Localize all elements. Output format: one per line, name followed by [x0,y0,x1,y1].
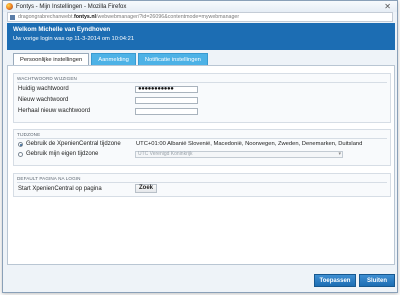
search-page-button[interactable]: Zoek [135,184,157,193]
divider [17,138,387,139]
apply-button[interactable]: Toepassen [314,274,356,287]
new-password-label: Nieuw wachtwoord [18,97,69,103]
divider [17,182,387,183]
welcome-text: Welkom Michelle van Eyndhoven [13,26,111,33]
current-password-field[interactable]: ●●●●●●●●●●● [135,86,198,93]
url-host: fontys.nl [73,14,97,20]
password-section-title: WACHTWOORD WIJZIGEN [17,76,77,81]
settings-tabs: Persoonlijke instellingen Aanmelding Not… [13,53,208,65]
site-favicon-icon [10,14,15,20]
timezone-section: TIJDZONE Gebruik de XpenienCentral tijdz… [13,129,391,166]
startpage-label: Start XpenienCentral op pagina [18,186,102,192]
url-prefix: dragongrabrechanwebt. [18,14,74,20]
close-icon[interactable]: ✕ [384,1,391,12]
repeat-password-label: Herhaal nieuw wachtwoord [18,108,91,114]
timezone-section-title: TIJDZONE [17,132,41,137]
tab-registration[interactable]: Aanmelding [91,53,136,65]
xpc-timezone-value: UTC+01:00 Albanië Slovenië, Macedonië, N… [136,141,363,147]
chevron-down-icon: ▾ [338,151,341,157]
own-timezone-select-value: UTC Verenigd Koninkrijk [138,151,193,157]
welcome-header: Welkom Michelle van Eyndhoven Uw vorige … [7,23,395,50]
url-path: /webwebmanager/?id=26096&contentmode=myw… [96,14,240,20]
radio-own-timezone[interactable] [18,152,23,157]
close-button[interactable]: Sluiten [359,274,395,287]
radio-xpc-timezone[interactable] [18,142,23,147]
title-bar: Fontys - Mijn Instellingen - Mozilla Fir… [3,1,397,12]
window-title: Fontys - Mijn Instellingen - Mozilla Fir… [16,3,127,10]
last-login-text: Uw vorige login was op 11-3-2014 om 10:0… [13,36,135,42]
current-password-label: Huidig wachtwoord [18,86,69,92]
password-section: WACHTWOORD WIJZIGEN Huidig wachtwoord ●●… [13,73,391,123]
firefox-icon [6,3,13,10]
own-timezone-label: Gebruik mijn eigen tijdzone [26,151,99,157]
tab-personal-settings[interactable]: Persoonlijke instellingen [13,53,90,65]
startpage-section: DEFAULT PAGINA NA LOGIN Start XpenienCen… [13,173,391,197]
xpc-timezone-label: Gebruik de XpenienCentral tijdzone [26,141,121,147]
settings-panel: WACHTWOORD WIJZIGEN Huidig wachtwoord ●●… [7,65,395,265]
address-bar[interactable]: dragongrabrechanwebt. fontys.nl/webwebman… [7,12,393,22]
tab-notification-settings[interactable]: Notificatie instellingen [137,53,208,65]
startpage-section-title: DEFAULT PAGINA NA LOGIN [17,176,81,181]
divider [17,82,387,83]
own-timezone-select[interactable]: UTC Verenigd Koninkrijk ▾ [135,151,343,158]
new-password-field[interactable] [135,97,198,104]
browser-window: Fontys - Mijn Instellingen - Mozilla Fir… [2,0,398,293]
repeat-password-field[interactable] [135,108,198,115]
